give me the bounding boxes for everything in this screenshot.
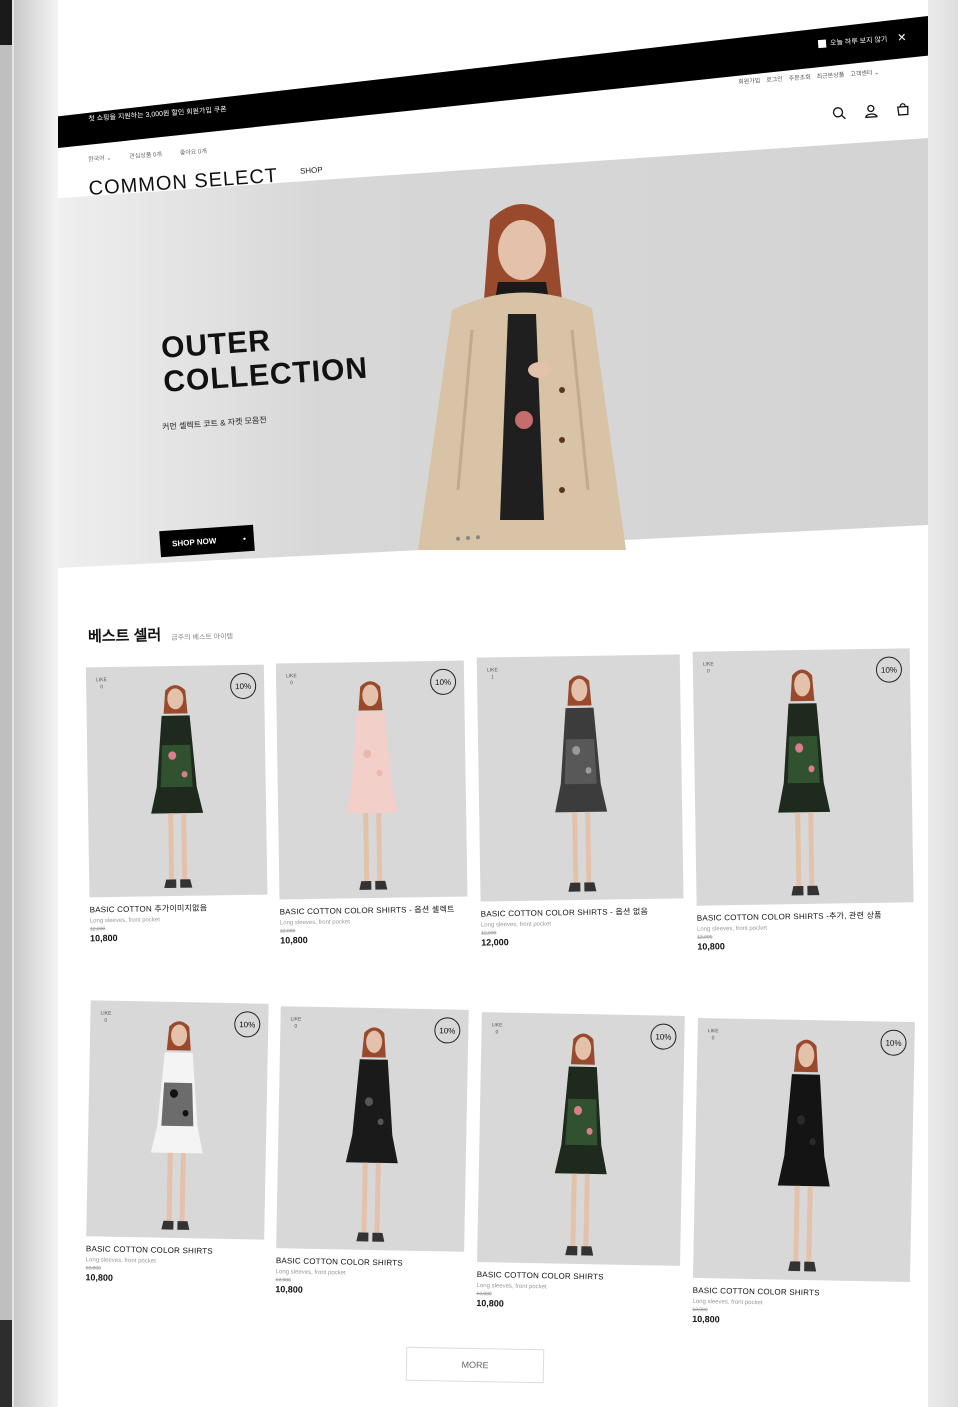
- product-image[interactable]: LIKE 0 10%: [86, 1000, 269, 1240]
- sale-price: 10,800: [697, 941, 725, 952]
- util-link-order[interactable]: 주문조회: [788, 72, 811, 83]
- product-image[interactable]: LIKE 0 10%: [692, 648, 914, 906]
- user-icon[interactable]: [864, 104, 879, 119]
- carousel-dot[interactable]: [455, 536, 461, 541]
- discount-badge: 10%: [875, 656, 903, 683]
- sale-price: 10,800: [90, 932, 118, 944]
- product-card[interactable]: LIKE 0 10% BASIC COTTON COLOR SHIRTS Long sl…: [692, 1017, 915, 1328]
- product-name[interactable]: BASIC COTTON COLOR SHIRTS: [477, 1270, 680, 1284]
- like-count: 1: [491, 674, 494, 681]
- discount-badge: 10%: [434, 1017, 461, 1044]
- product-card[interactable]: LIKE 0 10% BASIC COTTON COLOR SHIRTS -추가, 관…: [692, 648, 915, 952]
- wishlist-count[interactable]: 관심상품 0개: [129, 149, 162, 160]
- model-figure: [777, 1039, 830, 1272]
- product-card[interactable]: LIKE 0 10% BASIC COTTON COLOR SHIRTS - 옵션 셀…: [275, 660, 468, 946]
- product-image[interactable]: LIKE 1: [476, 654, 684, 902]
- frame-right-shadow: [928, 0, 958, 1407]
- like-counter[interactable]: LIKE 1: [487, 667, 498, 681]
- top-banner-bar: [58, 16, 928, 148]
- discount-badge: 10%: [429, 668, 457, 696]
- background-strip: [0, 0, 12, 1407]
- hero-title: OUTER COLLECTION: [160, 318, 369, 400]
- discount-badge: 10%: [234, 1011, 261, 1038]
- hide-today-label: 오늘 하루 보지 않기: [829, 35, 888, 47]
- like-count: 0: [104, 1017, 108, 1024]
- model-figure: [345, 1027, 398, 1242]
- section-title: 베스트 셀러: [87, 626, 162, 646]
- util-link-login[interactable]: 로그인: [766, 74, 783, 84]
- language-select[interactable]: 한국어 ⌄: [88, 153, 112, 164]
- like-counter[interactable]: LIKE 0: [707, 1028, 719, 1042]
- like-counter[interactable]: LIKE 0: [286, 673, 297, 687]
- product-name[interactable]: BASIC COTTON COLOR SHIRTS: [86, 1244, 264, 1257]
- discount-badge: 10%: [229, 672, 257, 700]
- strip-foot: [0, 1320, 12, 1407]
- strip-cap: [0, 0, 12, 45]
- like-count: 0: [100, 684, 104, 691]
- web-page: 첫 쇼핑을 지원하는 3,000원 할인 회원가입 쿠폰 오늘 하루 보지 않기…: [58, 0, 928, 1407]
- like-counter[interactable]: LIKE 0: [703, 661, 714, 675]
- shop-now-label: SHOP NOW: [171, 535, 217, 548]
- hero-model-image: [418, 204, 626, 550]
- product-card[interactable]: LIKE 0 10% BASIC COTTON 추가이미지없음 Long sleeves…: [85, 664, 268, 944]
- product-name[interactable]: BASIC COTTON COLOR SHIRTS -추가, 관련 상품: [697, 910, 914, 923]
- product-name[interactable]: BASIC COTTON 추가이미지없음: [90, 903, 268, 916]
- frame-edge: [14, 0, 58, 1407]
- mockup-frame: 첫 쇼핑을 지원하는 3,000원 할인 회원가입 쿠폰 오늘 하루 보지 않기…: [14, 0, 958, 1407]
- product-image[interactable]: LIKE 0 10%: [85, 664, 268, 898]
- discount-badge: 10%: [880, 1029, 907, 1056]
- model-figure: [554, 675, 607, 892]
- carousel-dot[interactable]: [465, 535, 471, 541]
- cart-icon[interactable]: [895, 101, 910, 116]
- more-button[interactable]: MORE: [405, 1346, 545, 1384]
- like-count: 0: [706, 668, 710, 675]
- dot-icon: •: [242, 533, 247, 543]
- product-name[interactable]: BASIC COTTON COLOR SHIRTS - 옵션 없음: [481, 906, 684, 919]
- section-subtitle: 금주의 베스트 아이템: [171, 633, 234, 642]
- product-image[interactable]: LIKE 0 10%: [275, 660, 468, 900]
- discount-badge: 10%: [650, 1023, 677, 1050]
- carousel-dot[interactable]: [475, 535, 481, 540]
- header-icons: [832, 101, 911, 120]
- like-count: 0: [290, 680, 293, 687]
- util-link-signup[interactable]: 회원가입: [738, 75, 760, 86]
- model-figure: [150, 1021, 203, 1230]
- product-name[interactable]: BASIC COTTON COLOR SHIRTS - 옵션 셀렉트: [280, 905, 468, 918]
- sale-price: 10,800: [85, 1272, 114, 1283]
- product-card[interactable]: LIKE 0 10% BASIC COTTON COLOR SHIRTS Long sl…: [476, 1012, 685, 1312]
- model-figure: [554, 1033, 607, 1256]
- sale-price: 10,800: [280, 935, 308, 946]
- like-count: 0: [294, 1023, 298, 1030]
- checkbox-icon[interactable]: [817, 39, 827, 48]
- search-icon[interactable]: [832, 106, 847, 121]
- product-image[interactable]: LIKE 0 10%: [477, 1012, 685, 1266]
- like-counter[interactable]: LIKE 0: [290, 1016, 301, 1030]
- bestseller-header: 베스트 셀러 금주의 베스트 아이템: [88, 622, 233, 646]
- model-figure: [777, 669, 830, 896]
- like-count: 0: [495, 1029, 499, 1036]
- sale-price: 12,000: [481, 937, 509, 948]
- model-figure: [151, 685, 204, 889]
- product-card[interactable]: LIKE 0 10% BASIC COTTON COLOR SHIRTS Long sl…: [275, 1006, 469, 1298]
- close-icon[interactable]: ✕: [897, 31, 907, 45]
- like-count[interactable]: 좋아요 0개: [179, 146, 207, 157]
- product-card[interactable]: LIKE 1 BASIC COTTON COLOR SHIRTS - 옵션 없음 Lo…: [476, 654, 685, 948]
- model-figure: [346, 681, 399, 890]
- like-counter[interactable]: LIKE 0: [491, 1022, 503, 1036]
- language-row: 한국어 ⌄ 관심상품 0개 좋아요 0개: [88, 146, 207, 163]
- product-image[interactable]: LIKE 0 10%: [276, 1006, 469, 1252]
- nav-shop-link[interactable]: SHOP: [300, 165, 323, 176]
- like-counter[interactable]: LIKE 0: [96, 677, 107, 691]
- like-count: 0: [711, 1035, 715, 1042]
- product-name[interactable]: BASIC COTTON COLOR SHIRTS: [693, 1286, 910, 1300]
- product-name[interactable]: BASIC COTTON COLOR SHIRTS: [276, 1256, 464, 1270]
- util-link-recent[interactable]: 최근본상품: [816, 70, 845, 81]
- like-counter[interactable]: LIKE 0: [100, 1011, 111, 1025]
- util-link-support[interactable]: 고객센터 ⌄: [850, 67, 879, 78]
- product-image[interactable]: LIKE 0 10%: [692, 1017, 915, 1283]
- product-card[interactable]: LIKE 0 10% BASIC COTTON COLOR SHIRTS Long sl…: [85, 1000, 269, 1285]
